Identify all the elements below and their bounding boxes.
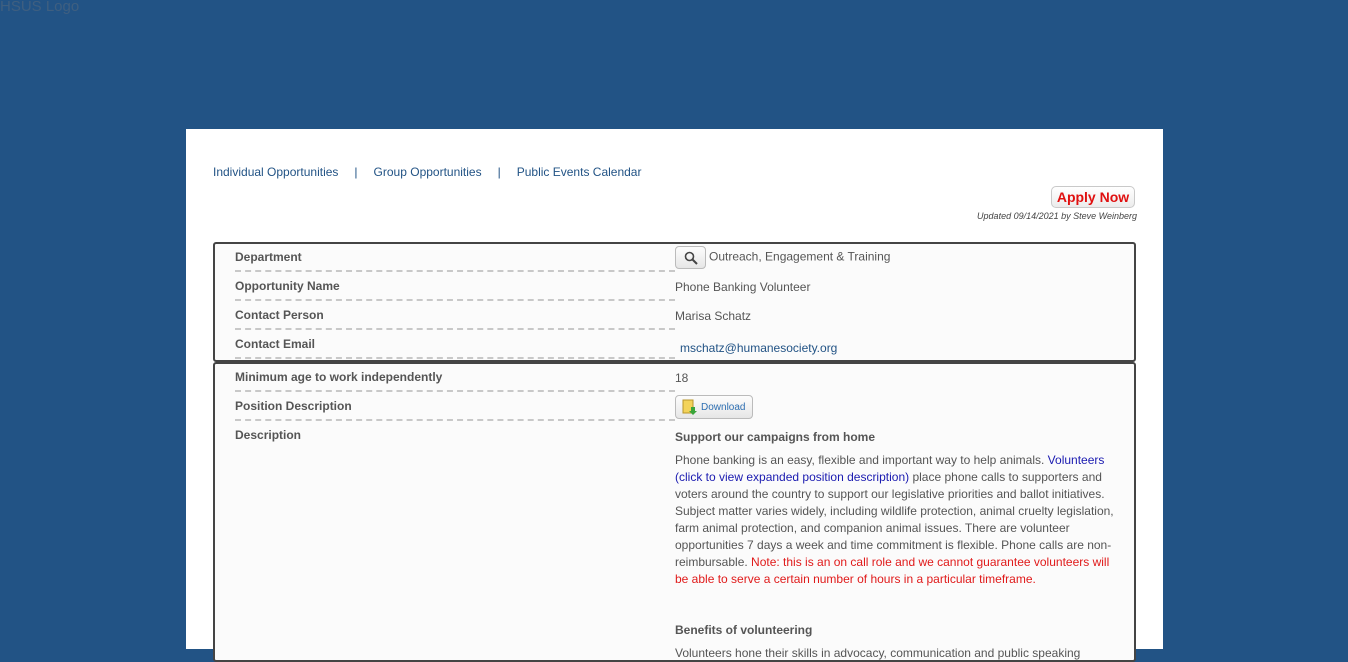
- benefits-heading: Benefits of volunteering: [675, 623, 813, 637]
- magnifier-icon: [684, 251, 698, 265]
- download-button[interactable]: Download: [675, 395, 754, 419]
- description-text: Phone banking is an easy, flexible and i…: [675, 453, 1048, 467]
- contact-email-link[interactable]: mschatz@humanesociety.org: [680, 341, 837, 355]
- opportunity-row: Opportunity Name Phone Banking Volunteer: [215, 273, 1134, 302]
- content-card: Individual Opportunities | Group Opportu…: [186, 129, 1163, 662]
- benefits-paragraph: Volunteers hone their skills in advocacy…: [675, 646, 1081, 660]
- opportunity-info-panel: Department Outreach, Engagement & Traini…: [213, 242, 1136, 362]
- nav-public-events-calendar[interactable]: Public Events Calendar: [517, 165, 642, 179]
- contact-value: Marisa Schatz: [675, 309, 752, 323]
- email-row: Contact Email mschatz@humanesociety.org: [215, 331, 1134, 360]
- department-row: Department Outreach, Engagement & Traini…: [215, 244, 1134, 273]
- min-age-value: 18: [675, 371, 689, 385]
- hsus-logo[interactable]: HSUS Logo: [0, 0, 79, 15]
- min-age-label: Minimum age to work independently: [235, 364, 675, 392]
- contact-row: Contact Person Marisa Schatz: [215, 302, 1134, 331]
- email-label: Contact Email: [235, 331, 675, 359]
- nav-separator: |: [354, 165, 358, 179]
- description-heading: Support our campaigns from home: [675, 430, 876, 444]
- updated-text: Updated 09/14/2021 by Steve Weinberg: [977, 211, 1137, 221]
- department-label: Department: [235, 244, 675, 272]
- position-description-row: Position Description Download: [215, 393, 1134, 422]
- opportunity-label: Opportunity Name: [235, 273, 675, 301]
- download-label: Download: [701, 401, 746, 413]
- download-icon: [682, 399, 697, 415]
- email-value-wrap: mschatz@humanesociety.org: [675, 331, 837, 355]
- description-body: Support our campaigns from home Phone ba…: [675, 424, 1120, 662]
- min-age-row: Minimum age to work independently 18: [215, 364, 1134, 393]
- description-label: Description: [235, 428, 302, 442]
- top-nav: Individual Opportunities | Group Opportu…: [213, 165, 641, 179]
- description-row: Description Support our campaigns from h…: [215, 422, 1134, 660]
- nav-individual-opportunities[interactable]: Individual Opportunities: [213, 165, 338, 179]
- opportunity-value: Phone Banking Volunteer: [675, 280, 811, 294]
- nav-separator: |: [497, 165, 501, 179]
- position-description-value: Download: [675, 393, 754, 419]
- contact-label: Contact Person: [235, 302, 675, 330]
- opportunity-details-panel: Minimum age to work independently 18 Pos…: [213, 362, 1136, 662]
- position-description-label: Position Description: [235, 393, 675, 421]
- department-value: Outreach, Engagement & Training: [709, 249, 891, 264]
- description-paragraph: Phone banking is an easy, flexible and i…: [675, 452, 1120, 588]
- nav-group-opportunities[interactable]: Group Opportunities: [374, 165, 482, 179]
- department-value-wrap: Outreach, Engagement & Training: [675, 244, 890, 269]
- apply-now-button[interactable]: Apply Now: [1051, 186, 1135, 208]
- department-search-button[interactable]: [675, 246, 706, 269]
